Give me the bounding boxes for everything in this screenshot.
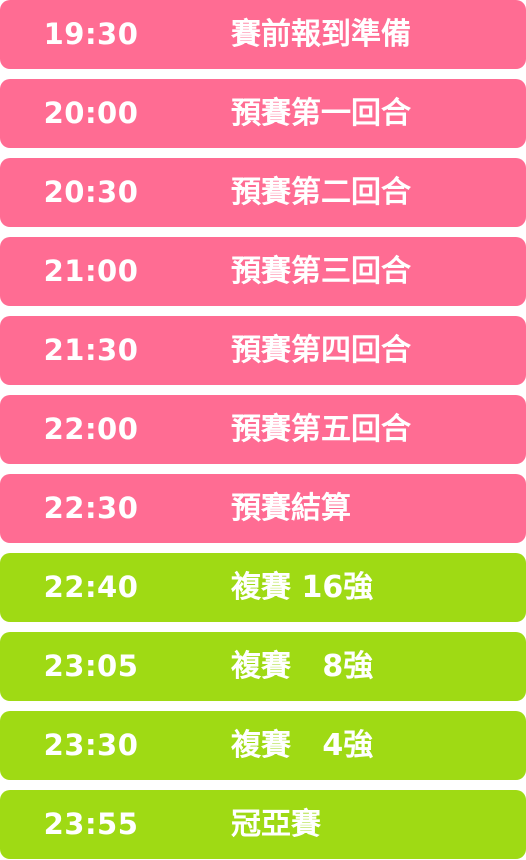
schedule-row: 22:00 預賽第五回合 <box>0 395 526 464</box>
schedule-time: 22:40 <box>43 570 139 604</box>
schedule-time: 22:00 <box>43 412 139 446</box>
schedule-event: 預賽第三回合 <box>231 254 411 289</box>
schedule-time: 20:00 <box>43 96 139 130</box>
schedule-event: 預賽第四回合 <box>231 333 411 368</box>
schedule-event: 複賽 16強 <box>231 570 374 605</box>
schedule-time: 21:30 <box>43 333 139 367</box>
schedule-list: 19:30 賽前報到準備 20:00 預賽第一回合 20:30 預賽第二回合 2… <box>0 0 526 860</box>
schedule-row: 21:30 預賽第四回合 <box>0 316 526 385</box>
schedule-row: 19:30 賽前報到準備 <box>0 0 526 69</box>
schedule-time: 20:30 <box>43 175 139 209</box>
schedule-row: 23:05 複賽 8強 <box>0 632 526 701</box>
schedule-time: 21:00 <box>43 254 139 288</box>
schedule-event: 預賽結算 <box>231 491 351 526</box>
schedule-time: 23:30 <box>43 728 139 762</box>
schedule-event: 預賽第五回合 <box>231 412 411 447</box>
schedule-event: 賽前報到準備 <box>231 17 411 52</box>
schedule-row: 23:55 冠亞賽 <box>0 790 526 859</box>
schedule-row: 22:40 複賽 16強 <box>0 553 526 622</box>
schedule-row: 20:00 預賽第一回合 <box>0 79 526 148</box>
schedule-time: 22:30 <box>43 491 139 525</box>
schedule-row: 22:30 預賽結算 <box>0 474 526 543</box>
schedule-row: 20:30 預賽第二回合 <box>0 158 526 227</box>
schedule-event: 複賽 4強 <box>231 728 374 763</box>
schedule-event: 預賽第二回合 <box>231 175 411 210</box>
schedule-event: 冠亞賽 <box>231 807 321 842</box>
schedule-event: 預賽第一回合 <box>231 96 411 131</box>
schedule-row: 21:00 預賽第三回合 <box>0 237 526 306</box>
schedule-row: 23:30 複賽 4強 <box>0 711 526 780</box>
schedule-time: 23:05 <box>43 649 139 683</box>
schedule-time: 23:55 <box>43 807 139 841</box>
schedule-event: 複賽 8強 <box>231 649 374 684</box>
schedule-time: 19:30 <box>43 17 139 51</box>
